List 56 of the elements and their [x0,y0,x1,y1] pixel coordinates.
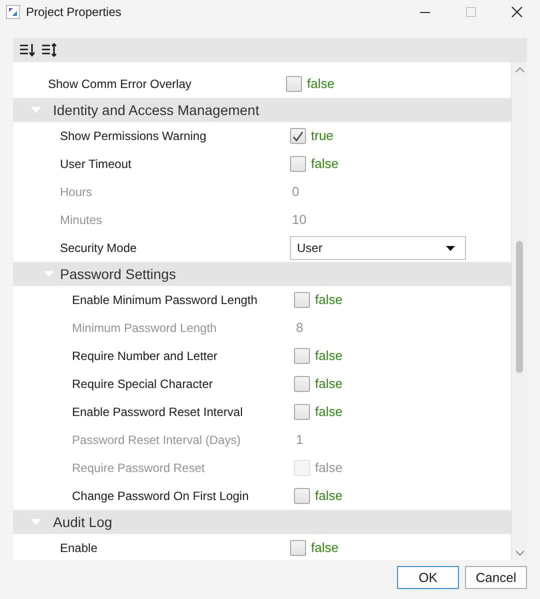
dialog-button[interactable]: Cancel [465,566,527,589]
value-text: true [311,127,334,146]
dialog-button[interactable]: OK [397,566,459,589]
checkbox[interactable] [286,76,302,92]
property-label: Security Mode [60,241,137,255]
value-text: false [315,291,342,310]
value-text: 0 [292,183,300,202]
dropdown[interactable]: User [290,236,466,260]
group-header[interactable]: Identity and Access Management [13,98,511,122]
caret-icon [446,246,455,250]
expand-arrow-icon[interactable] [31,106,41,114]
property-label: Show Permissions Warning [60,129,206,143]
checkbox[interactable] [294,348,310,364]
group-header[interactable]: Audit Log [13,510,511,534]
value-text: false [315,347,342,366]
value-text: false [311,155,338,174]
value-text: false [315,487,342,506]
group-header[interactable]: Password Settings [13,262,511,286]
app-icon [6,5,20,19]
value-text: false [307,75,334,94]
scrollbar-thumb[interactable] [516,241,523,373]
property-label: Enable Minimum Password Length [72,293,258,307]
window-title: Project Properties [26,4,122,21]
property-label: Minimum Password Length [72,321,217,335]
value-text: 1 [296,431,304,450]
property-label: Require Password Reset [72,461,205,475]
group-title: Audit Log [53,512,112,532]
group-title: Password Settings [60,264,176,284]
property-label: Enable Password Reset Interval [72,405,243,419]
close-icon [511,6,523,18]
value-text: false [315,459,342,478]
property-label: Require Special Character [72,377,213,391]
value-text: false [315,375,342,394]
property-label: Hours [60,185,92,199]
value-text: 8 [296,319,304,338]
group-title: Identity and Access Management [53,100,260,120]
property-label: Minutes [60,213,102,227]
property-label: Password Reset Interval (Days) [72,433,241,447]
property-label: User Timeout [60,157,132,171]
property-label: Show Comm Error Overlay [48,77,192,91]
value-text: 10 [292,211,306,230]
maximize-icon [466,7,476,17]
expand-arrow-icon[interactable] [44,270,54,278]
property-label: Change Password On First Login [72,489,249,503]
value-text: false [311,539,338,558]
value-text: false [315,403,342,422]
checkbox[interactable] [294,404,310,420]
checkbox[interactable] [290,540,306,556]
checkbox[interactable] [290,156,306,172]
expand-arrow-icon[interactable] [31,518,41,526]
property-label: Require Number and Letter [72,349,218,363]
property-label: Enable [60,541,98,555]
checkbox[interactable] [290,128,306,144]
checkbox[interactable] [294,292,310,308]
checkbox[interactable] [294,376,310,392]
checkbox[interactable] [294,488,310,504]
